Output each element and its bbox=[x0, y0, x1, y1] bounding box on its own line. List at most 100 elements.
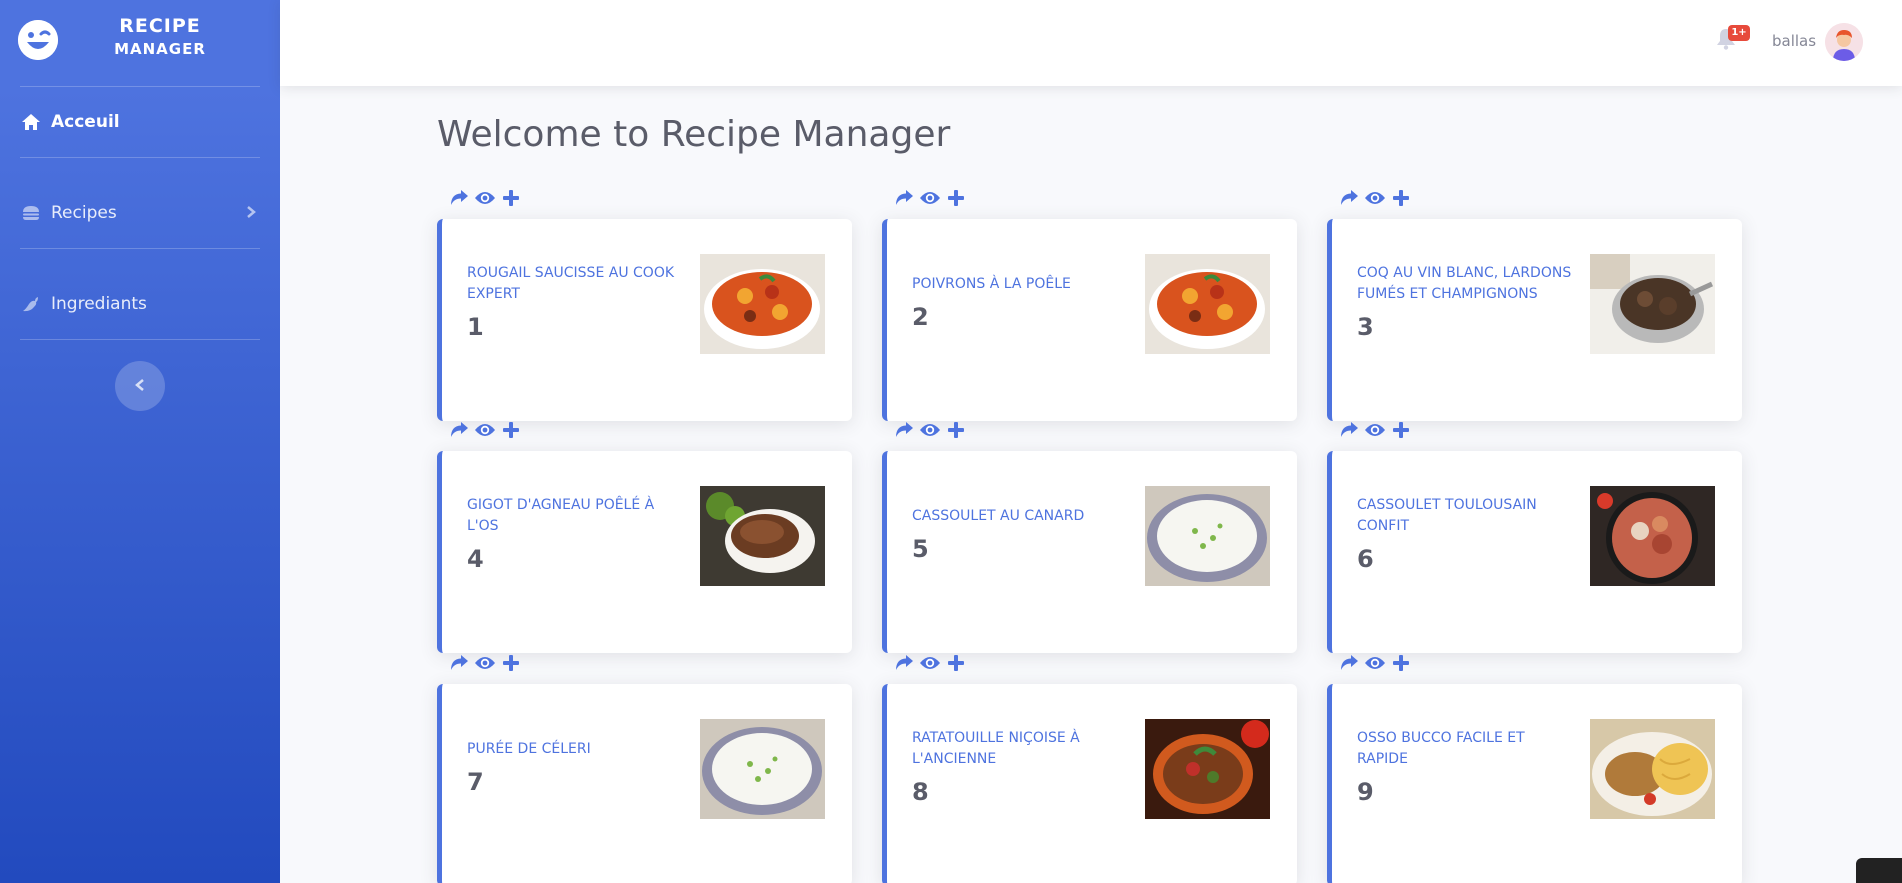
view-button[interactable] bbox=[920, 655, 940, 675]
add-button[interactable] bbox=[946, 190, 966, 210]
share-icon bbox=[1339, 421, 1359, 443]
recipe-actions bbox=[894, 654, 966, 676]
plus-icon bbox=[947, 421, 965, 443]
user-name[interactable]: ballas bbox=[1772, 32, 1816, 50]
recipe-number: 3 bbox=[1357, 313, 1374, 341]
sidebar-item-recipes[interactable]: Recipes bbox=[0, 185, 280, 241]
view-button[interactable] bbox=[920, 190, 940, 210]
view-button[interactable] bbox=[1365, 190, 1385, 210]
recipe-image bbox=[1590, 254, 1715, 354]
eye-icon bbox=[1364, 422, 1386, 442]
recipe-card[interactable]: CASSOULET AU CANARD 5 bbox=[882, 451, 1297, 653]
view-button[interactable] bbox=[475, 655, 495, 675]
share-icon bbox=[449, 189, 469, 211]
share-button[interactable] bbox=[894, 422, 914, 442]
recipe-image bbox=[700, 254, 825, 354]
brand[interactable]: RECIPE MANAGER bbox=[0, 0, 280, 86]
recipe-image bbox=[1145, 486, 1270, 586]
share-icon bbox=[894, 189, 914, 211]
sidebar-item-acceuil[interactable]: Acceuil bbox=[0, 94, 280, 150]
add-button[interactable] bbox=[946, 422, 966, 442]
brand-line1: RECIPE bbox=[119, 15, 201, 37]
notification-badge: 1+ bbox=[1728, 25, 1750, 41]
recipe-number: 8 bbox=[912, 778, 929, 806]
recipe-card[interactable]: RATATOUILLE NIÇOISE À L'ANCIENNE 8 bbox=[882, 684, 1297, 883]
share-button[interactable] bbox=[894, 655, 914, 675]
recipe-card[interactable]: ROUGAIL SAUCISSE AU COOK EXPERT 1 bbox=[437, 219, 852, 421]
view-button[interactable] bbox=[475, 422, 495, 442]
brand-line2: MANAGER bbox=[114, 40, 206, 58]
plus-icon bbox=[947, 189, 965, 211]
add-button[interactable] bbox=[1391, 190, 1411, 210]
add-button[interactable] bbox=[1391, 422, 1411, 442]
sidebar-toggle-button[interactable] bbox=[115, 361, 165, 411]
recipe-card[interactable]: COQ AU VIN BLANC, LARDONS FUMÉS ET CHAMP… bbox=[1327, 219, 1742, 421]
recipe-name: CASSOULET TOULOUSAIN CONFIT bbox=[1357, 497, 1537, 534]
view-button[interactable] bbox=[1365, 655, 1385, 675]
recipe-card[interactable]: GIGOT D'AGNEAU POÊLÉ À L'OS 4 bbox=[437, 451, 852, 653]
topbar bbox=[280, 0, 1902, 86]
share-icon bbox=[1339, 654, 1359, 676]
recipe-name: RATATOUILLE NIÇOISE À L'ANCIENNE bbox=[912, 730, 1080, 767]
eye-icon bbox=[1364, 190, 1386, 210]
view-button[interactable] bbox=[920, 422, 940, 442]
share-button[interactable] bbox=[449, 190, 469, 210]
recipe-name: COQ AU VIN BLANC, LARDONS FUMÉS ET CHAMP… bbox=[1357, 265, 1572, 302]
share-button[interactable] bbox=[1339, 422, 1359, 442]
plus-icon bbox=[502, 654, 520, 676]
eye-icon bbox=[919, 422, 941, 442]
share-icon bbox=[1339, 189, 1359, 211]
recipe-name: GIGOT D'AGNEAU POÊLÉ À L'OS bbox=[467, 497, 655, 534]
pepper-icon bbox=[20, 293, 42, 315]
sidebar-item-label: Ingrediants bbox=[51, 294, 147, 314]
recipe-image bbox=[1145, 254, 1270, 354]
recipe-number: 9 bbox=[1357, 778, 1374, 806]
home-icon bbox=[20, 111, 42, 133]
chevron-right-icon bbox=[246, 204, 256, 223]
sidebar-item-ingrediants[interactable]: Ingrediants bbox=[0, 276, 280, 332]
plus-icon bbox=[1392, 189, 1410, 211]
recipe-number: 2 bbox=[912, 303, 929, 331]
add-button[interactable] bbox=[946, 655, 966, 675]
share-button[interactable] bbox=[894, 190, 914, 210]
debug-toolbar-icon[interactable] bbox=[1856, 858, 1902, 883]
divider bbox=[20, 157, 260, 158]
divider bbox=[20, 86, 260, 87]
recipe-image bbox=[1590, 486, 1715, 586]
recipe-card[interactable]: POIVRONS À LA POÊLE 2 bbox=[882, 219, 1297, 421]
sidebar-item-label: Recipes bbox=[51, 203, 117, 223]
recipe-card[interactable]: CASSOULET TOULOUSAIN CONFIT 6 bbox=[1327, 451, 1742, 653]
recipe-actions bbox=[449, 421, 521, 443]
sidebar-item-label: Acceuil bbox=[51, 112, 120, 132]
share-button[interactable] bbox=[449, 655, 469, 675]
eye-icon bbox=[474, 190, 496, 210]
recipe-image bbox=[1590, 719, 1715, 819]
recipe-number: 5 bbox=[912, 535, 929, 563]
divider bbox=[20, 248, 260, 249]
recipe-actions bbox=[449, 189, 521, 211]
recipe-image bbox=[700, 486, 825, 586]
add-button[interactable] bbox=[501, 422, 521, 442]
add-button[interactable] bbox=[501, 190, 521, 210]
share-button[interactable] bbox=[1339, 190, 1359, 210]
share-button[interactable] bbox=[1339, 655, 1359, 675]
eye-icon bbox=[474, 655, 496, 675]
eye-icon bbox=[919, 190, 941, 210]
eye-icon bbox=[474, 422, 496, 442]
recipe-card[interactable]: PURÉE DE CÉLERI 7 bbox=[437, 684, 852, 883]
recipe-actions bbox=[1339, 421, 1411, 443]
avatar[interactable] bbox=[1825, 23, 1863, 61]
share-button[interactable] bbox=[449, 422, 469, 442]
add-button[interactable] bbox=[501, 655, 521, 675]
recipe-actions bbox=[449, 654, 521, 676]
recipe-card[interactable]: OSSO BUCCO FACILE ET RAPIDE 9 bbox=[1327, 684, 1742, 883]
recipe-actions bbox=[894, 421, 966, 443]
recipe-actions bbox=[894, 189, 966, 211]
view-button[interactable] bbox=[475, 190, 495, 210]
burger-icon bbox=[20, 202, 42, 224]
eye-icon bbox=[1364, 655, 1386, 675]
view-button[interactable] bbox=[1365, 422, 1385, 442]
add-button[interactable] bbox=[1391, 655, 1411, 675]
recipe-name: CASSOULET AU CANARD bbox=[912, 508, 1085, 524]
recipe-number: 6 bbox=[1357, 545, 1374, 573]
